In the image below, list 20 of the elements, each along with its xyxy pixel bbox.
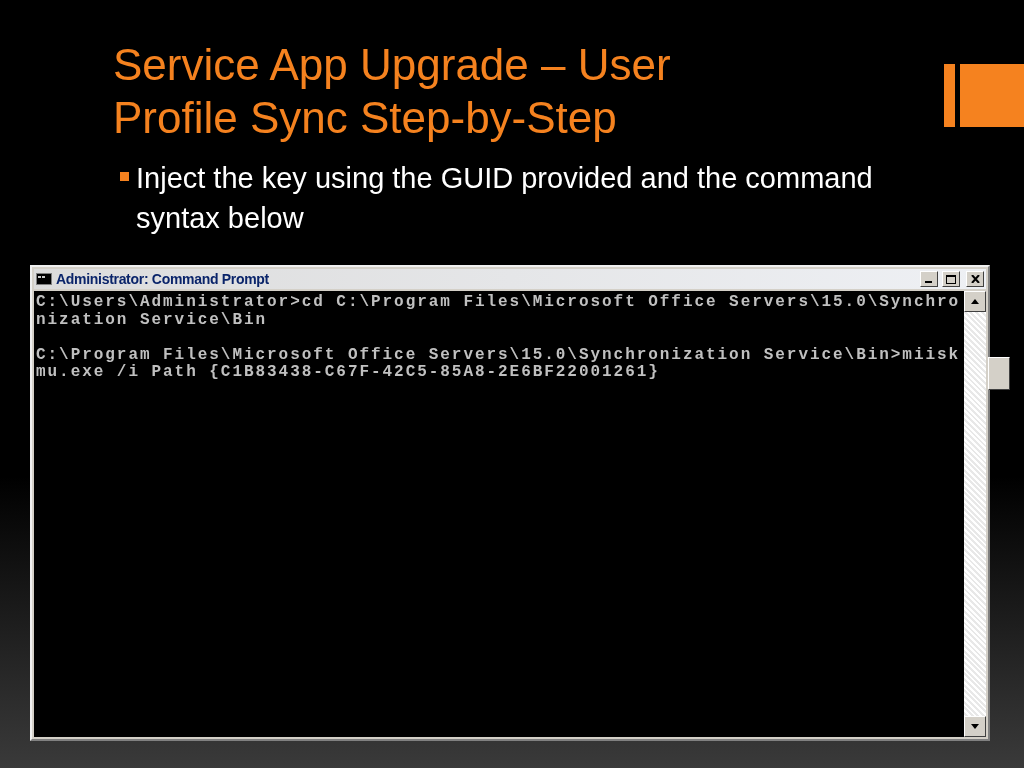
window-title: Administrator: Command Prompt [56,271,270,287]
console-line: C:\Program Files\Microsoft Office Servers\15.0\Synchronization Service\Bin>miisk [36,346,962,364]
console-line: nization Service\Bin [36,311,269,329]
scrollbar[interactable] [964,291,986,737]
slide-title: Service App Upgrade – User Profile Sync Step-by-Step [113,39,672,144]
maximize-button[interactable] [942,271,960,287]
minimize-button[interactable] [920,271,938,287]
bullet-text: Inject the key using the GUID provided and the command syntax below [136,161,874,236]
close-button[interactable] [966,271,984,287]
down-arrow-icon [971,724,979,729]
close-icon [970,275,980,283]
bullet-icon [120,172,129,181]
console-icon [36,273,52,285]
console-line: C:\Users\Administrator>cd C:\Program Files\Microsoft Office Servers\15.0\Synchro [36,294,962,312]
scroll-down-button[interactable] [964,716,986,737]
scroll-up-button[interactable] [964,291,986,312]
scroll-thumb[interactable] [988,357,1010,390]
maximize-icon [946,274,956,284]
console-line: mu.exe /i Path {C1B83438-C67F-42C5-85A8-2E6BF22001261} [36,364,661,382]
up-arrow-icon [971,299,979,304]
